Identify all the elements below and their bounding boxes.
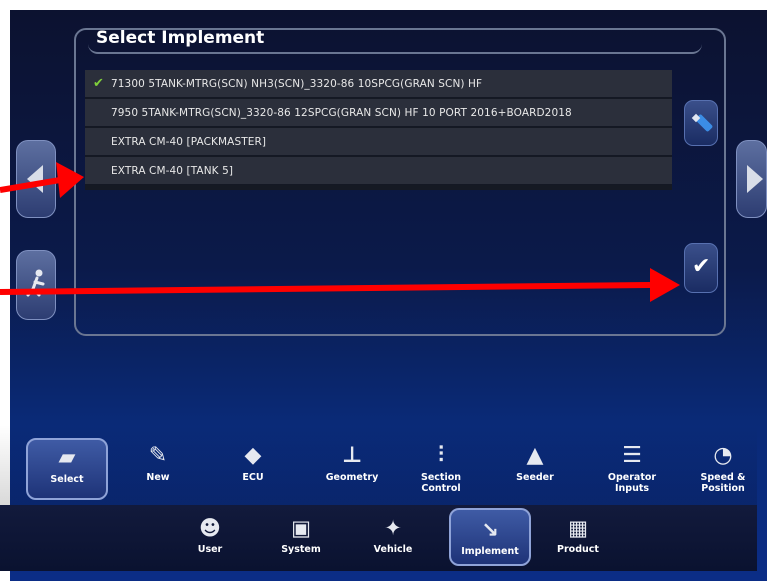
annotation-arrow-1 <box>0 177 61 193</box>
annotation-arrowhead-1 <box>56 162 84 198</box>
annotation-arrow-2 <box>0 282 651 295</box>
annotation-arrowhead-2 <box>650 268 680 302</box>
annotation-arrows <box>0 162 680 302</box>
